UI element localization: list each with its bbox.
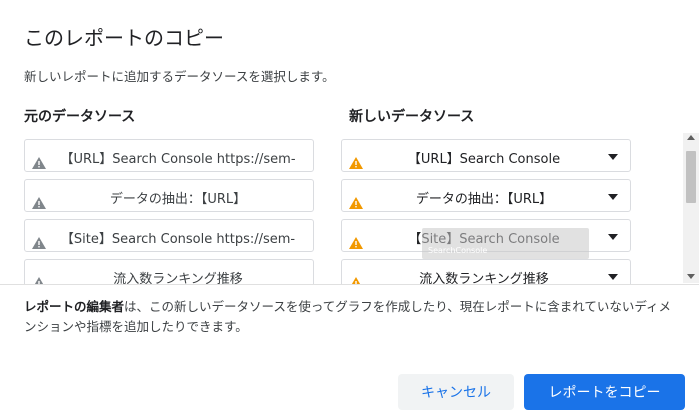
target-data-source-select[interactable]: データの抽出：【URL】 [341, 179, 631, 212]
target-data-source-value: データの抽出：【URL】 [415, 192, 553, 207]
data-source-row: 流入数ランキング推移 流入数ランキング推移 [0, 259, 680, 284]
scroll-up-arrow-icon[interactable] [687, 135, 695, 140]
info-text-bold: レポートの編集者 [24, 299, 125, 314]
caret-down-icon[interactable] [608, 234, 618, 240]
warning-icon [32, 157, 46, 169]
warning-icon [349, 237, 363, 249]
data-source-list: 【URL】Search Console https://sem- 【URL】Se… [0, 133, 699, 284]
dialog-subtitle: 新しいレポートに追加するデータソースを選択します。 [24, 69, 335, 84]
target-data-source-value: 流入数ランキング推移 [419, 272, 549, 284]
copy-report-button[interactable]: レポートをコピー [524, 374, 685, 410]
source-data-source: 【Site】Search Console https://sem- [24, 219, 314, 252]
warning-icon [34, 277, 44, 284]
tooltip: SearchConsole [422, 228, 589, 259]
cancel-button[interactable]: キャンセル [398, 374, 514, 410]
warning-icon [349, 157, 363, 169]
source-data-source: データの抽出：【URL】 [24, 179, 314, 212]
caret-down-icon[interactable] [608, 194, 618, 200]
source-data-source: 流入数ランキング推移 [24, 259, 314, 284]
tooltip-text: SearchConsole [428, 246, 488, 255]
source-data-source: 【URL】Search Console https://sem- [24, 139, 314, 172]
warning-icon [351, 277, 361, 284]
caret-down-icon[interactable] [608, 154, 618, 160]
divider [0, 284, 699, 285]
caret-down-icon[interactable] [608, 274, 618, 280]
data-source-row: 【URL】Search Console https://sem- 【URL】Se… [0, 139, 680, 173]
dialog-title: このレポートのコピー [24, 26, 224, 50]
scrollbar[interactable] [683, 133, 699, 283]
target-data-source-select[interactable]: 流入数ランキング推移 [341, 259, 631, 284]
warning-icon [349, 197, 363, 209]
source-data-source-name: 【Site】Search Console https://sem- [60, 232, 296, 247]
target-column-header: 新しいデータソース [349, 109, 475, 125]
info-text: レポートの編集者は、この新しいデータソースを使ってグラフを作成したり、現在レポー… [24, 297, 679, 337]
warning-icon [32, 197, 46, 209]
source-data-source-name: データの抽出：【URL】 [109, 192, 247, 207]
target-data-source-value: 【URL】Search Console [407, 152, 561, 167]
source-data-source-name: 【URL】Search Console https://sem- [60, 152, 296, 167]
target-data-source-select[interactable]: 【URL】Search Console [341, 139, 631, 172]
warning-icon [32, 237, 46, 249]
data-source-row: データの抽出：【URL】 データの抽出：【URL】 [0, 179, 680, 213]
scroll-down-arrow-icon[interactable] [687, 274, 695, 279]
source-column-header: 元のデータソース [24, 109, 136, 125]
scrollbar-thumb[interactable] [686, 151, 696, 203]
source-data-source-name: 流入数ランキング推移 [113, 272, 243, 284]
